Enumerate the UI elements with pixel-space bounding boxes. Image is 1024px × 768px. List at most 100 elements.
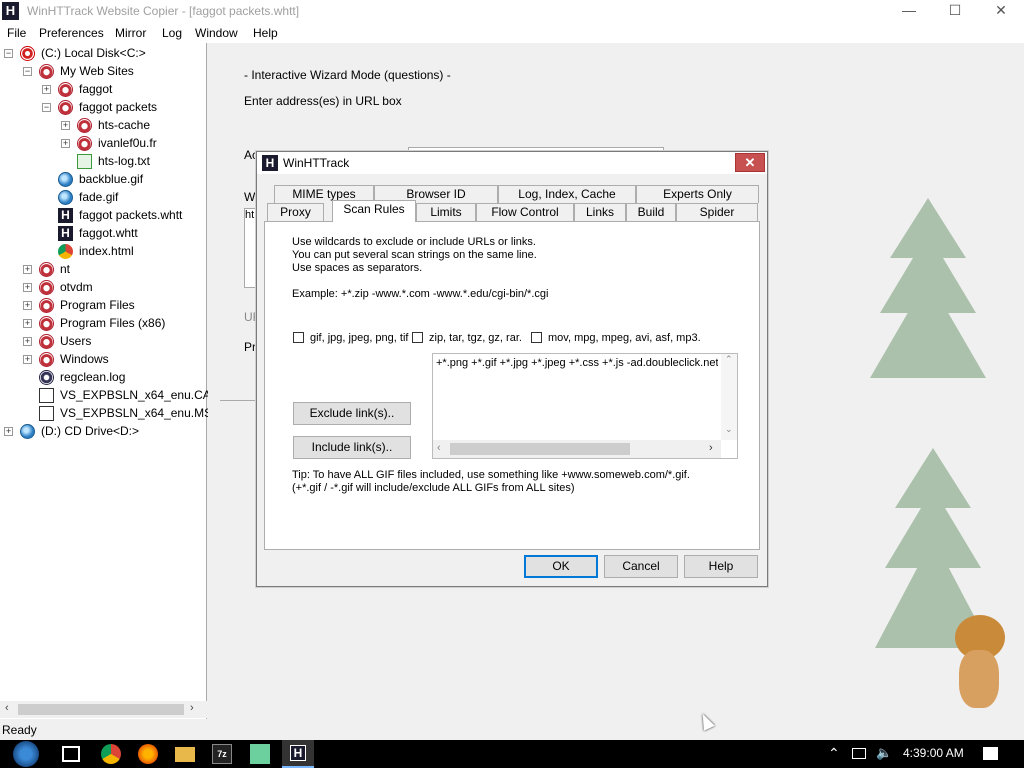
tab-limits[interactable]: Limits <box>416 203 476 221</box>
scan-rules-textbox[interactable]: +*.png +*.gif +*.jpg +*.jpeg +*.css +*.j… <box>432 353 738 459</box>
tree-item-label: fade.gif <box>79 190 119 204</box>
network-icon[interactable] <box>852 748 866 759</box>
scroll-right-icon[interactable]: › <box>190 702 194 714</box>
collapse-icon[interactable]: − <box>23 67 32 76</box>
help-button[interactable]: Help <box>684 555 758 578</box>
exclude-links-button[interactable]: Exclude link(s).. <box>293 402 411 425</box>
html-file-icon <box>58 244 73 259</box>
tree-item-label: (C:) Local Disk<C:> <box>41 46 146 60</box>
ok-button[interactable]: OK <box>524 555 598 578</box>
wizard-instruction: Enter address(es) in URL box <box>244 94 402 108</box>
winhttrack-options-dialog: H WinHTTrack ✕ MIME types Browser ID Log… <box>256 151 768 587</box>
tree-item-label: (D:) CD Drive<D:> <box>41 424 140 438</box>
scan-rules-vertical-scrollbar[interactable]: ⌃ ⌄ <box>721 354 737 440</box>
gif-file-icon <box>58 190 73 205</box>
folder-icon <box>39 64 54 79</box>
httrack-file-icon: H <box>58 226 73 241</box>
tip-line-1: Tip: To have ALL GIF files included, use… <box>292 469 690 481</box>
tab-links[interactable]: Links <box>574 203 626 221</box>
tree-horizontal-scrollbar[interactable]: ‹ › <box>0 701 207 718</box>
expand-icon[interactable]: + <box>23 283 32 292</box>
tab-build[interactable]: Build <box>626 203 676 221</box>
tree-item-label: My Web Sites <box>60 64 134 78</box>
menu-preferences[interactable]: Preferences <box>39 26 104 40</box>
log-file-icon <box>39 370 54 385</box>
task-view-icon[interactable] <box>62 746 80 762</box>
folder-icon <box>39 280 54 295</box>
tab-experts-only[interactable]: Experts Only <box>636 185 759 203</box>
text-file-icon <box>77 154 92 169</box>
expand-icon[interactable]: + <box>61 139 70 148</box>
collapse-icon[interactable]: − <box>42 103 51 112</box>
checkbox-images[interactable] <box>293 332 304 343</box>
scan-rules-panel: Use wildcards to exclude or include URLs… <box>264 221 760 550</box>
tree-item-label: otvdm <box>60 280 93 294</box>
expand-icon[interactable]: + <box>23 337 32 346</box>
scroll-thumb[interactable] <box>18 704 184 715</box>
checkbox-archives[interactable] <box>412 332 423 343</box>
folder-icon <box>58 100 73 115</box>
tree-item-label: Windows <box>60 352 109 366</box>
cd-drive-icon <box>20 424 35 439</box>
tab-log-index-cache[interactable]: Log, Index, Cache <box>498 185 636 203</box>
chrome-icon[interactable] <box>101 744 121 764</box>
folder-icon <box>39 316 54 331</box>
collapse-icon[interactable]: − <box>4 49 13 58</box>
menu-help[interactable]: Help <box>253 26 278 40</box>
tab-proxy[interactable]: Proxy <box>267 203 324 221</box>
scroll-left-icon[interactable]: ‹ <box>5 702 9 714</box>
tree-item-label: ivanlef0u.fr <box>98 136 157 150</box>
url-box[interactable]: ht <box>244 208 256 288</box>
tree-item-label: hts-cache <box>98 118 151 132</box>
tab-spider[interactable]: Spider <box>676 203 758 221</box>
httrack-dialog-icon: H <box>262 155 278 171</box>
notification-icon[interactable] <box>983 747 998 760</box>
tree-item-label: Program Files (x86) <box>60 316 166 330</box>
minimize-button[interactable]: — <box>886 0 932 23</box>
7zip-icon[interactable]: 7z <box>212 744 232 764</box>
menu-file[interactable]: File <box>7 26 26 40</box>
menu-window[interactable]: Window <box>195 26 238 40</box>
cancel-button[interactable]: Cancel <box>604 555 678 578</box>
preferences-label: Pr <box>244 340 256 354</box>
start-icon[interactable] <box>13 741 39 767</box>
checkbox-media[interactable] <box>531 332 542 343</box>
expand-icon[interactable]: + <box>61 121 70 130</box>
expand-icon[interactable]: + <box>4 427 13 436</box>
tab-scan-rules[interactable]: Scan Rules <box>332 200 416 222</box>
title-bar: H WinHTTrack Website Copier - [faggot pa… <box>0 0 1024 23</box>
scan-rules-value[interactable]: +*.png +*.gif +*.jpg +*.jpeg +*.css +*.j… <box>436 357 718 369</box>
httrack-taskbar-icon[interactable]: H <box>282 740 314 768</box>
drive-icon <box>20 46 35 61</box>
help-line-2: You can put several scan strings on the … <box>292 249 537 261</box>
clock[interactable]: 4:39:00 AM <box>903 746 964 760</box>
expand-icon[interactable]: + <box>42 85 51 94</box>
expand-icon[interactable]: + <box>23 355 32 364</box>
expand-icon[interactable]: + <box>23 265 32 274</box>
file-explorer-icon[interactable] <box>175 747 195 762</box>
chevron-up-icon[interactable]: ⌃ <box>828 745 840 762</box>
menu-log[interactable]: Log <box>162 26 182 40</box>
tree-item-label: faggot packets.whtt <box>79 208 183 222</box>
checkbox-images-label: gif, jpg, jpeg, png, tif <box>310 332 409 344</box>
tab-flow-control[interactable]: Flow Control <box>476 203 574 221</box>
firefox-icon[interactable] <box>138 744 158 764</box>
tree-item-label: backblue.gif <box>79 172 144 186</box>
httrack-app-icon: H <box>2 2 19 20</box>
menu-mirror[interactable]: Mirror <box>115 26 146 40</box>
scan-rules-horizontal-scrollbar[interactable]: ‹ › <box>433 440 721 458</box>
include-links-button[interactable]: Include link(s).. <box>293 436 411 459</box>
expand-icon[interactable]: + <box>23 301 32 310</box>
web-addresses-label: W <box>244 190 256 204</box>
expand-icon[interactable]: + <box>23 319 32 328</box>
notepad-icon[interactable] <box>250 744 270 764</box>
tip-line-2: (+*.gif / -*.gif will include/exclude AL… <box>292 482 575 494</box>
volume-icon[interactable]: 🔈 <box>876 745 892 761</box>
dialog-close-button[interactable]: ✕ <box>735 153 765 172</box>
maximize-button[interactable]: ☐ <box>932 0 978 23</box>
close-button[interactable]: ✕ <box>978 0 1024 23</box>
tree-item-label: VS_EXPBSLN_x64_enu.MSI <box>60 406 216 420</box>
window-title: WinHTTrack Website Copier - [faggot pack… <box>27 4 300 18</box>
scan-rules-scroll-thumb[interactable] <box>450 443 630 455</box>
folder-icon <box>39 298 54 313</box>
